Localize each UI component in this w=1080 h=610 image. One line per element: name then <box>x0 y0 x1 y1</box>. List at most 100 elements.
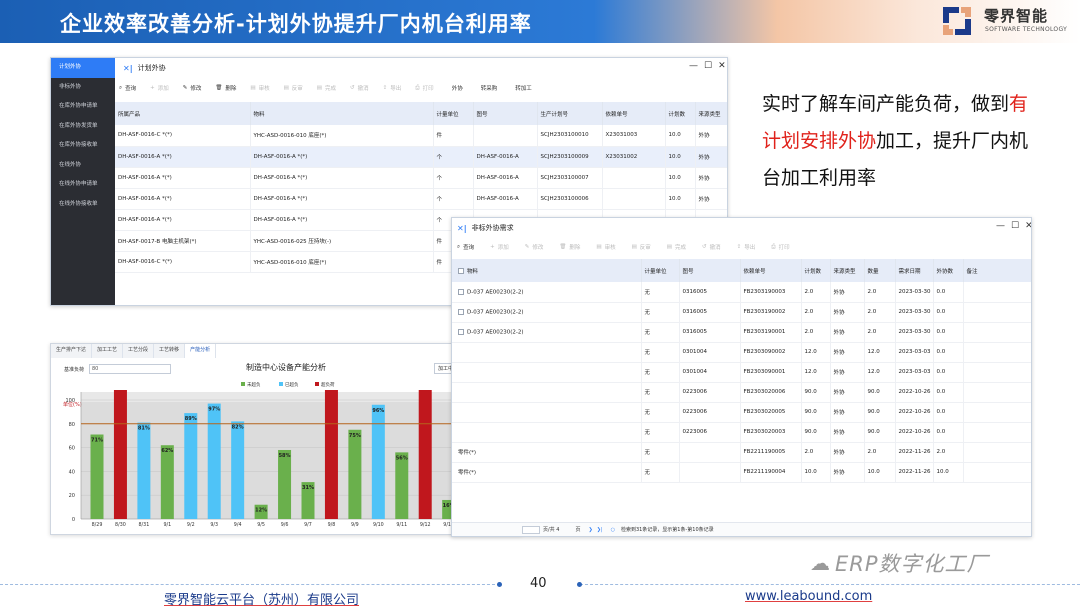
table-row[interactable]: D-037 AE00230(2-2) 无 0316005 FB2303190002 2.… <box>452 302 1031 323</box>
column-header[interactable]: 计量单位 <box>641 259 680 282</box>
toolbar-button[interactable]: ↺ 撤消 <box>350 84 369 92</box>
maximize-icon[interactable]: ☐ <box>1011 221 1019 231</box>
bar-value-label: 31% <box>302 485 314 491</box>
footer-company[interactable]: 零界智能云平台（苏州）有限公司 <box>164 589 359 608</box>
bar-value-label: 96% <box>372 408 384 414</box>
toolbar-button[interactable]: 转采购 <box>481 84 498 92</box>
column-header[interactable]: 图号 <box>679 259 741 282</box>
column-header[interactable]: 计划数 <box>665 102 696 125</box>
column-header[interactable]: 生产计划号 <box>537 102 603 125</box>
cell-text: 90.0 <box>867 409 880 415</box>
table-row[interactable]: 无 0223006 FB2303020006 90.0 外协 90.0 2022-10-26… <box>452 382 1031 403</box>
table-cell: DH-ASF-0016-A *(*) <box>250 167 434 189</box>
cell-text: 0223006 <box>682 409 708 415</box>
toolbar-button[interactable]: ⎙ 打印 <box>415 84 433 93</box>
table-row[interactable]: D-037 AE00230(2-2) 无 0316005 FB2303190001 2.… <box>452 322 1031 343</box>
minimize-icon[interactable]: — <box>996 221 1005 231</box>
table-cell: 2023-03-30 <box>895 322 934 343</box>
column-header[interactable]: 所属产品 <box>115 102 251 125</box>
table-row[interactable]: 零件(*) 无 FB2211190005 2.0 外协 2.0 2022-11-26 2.0 <box>452 442 1031 463</box>
table-cell: 外协 <box>830 382 865 403</box>
sidebar-item[interactable]: 在库外协发货单 <box>51 117 115 137</box>
table-row[interactable]: 无 0223006 FB2303020005 90.0 外协 90.0 2022-10-26… <box>452 402 1031 423</box>
column-header[interactable]: 依赖单号 <box>602 102 666 125</box>
sidebar-item[interactable]: 在库外协接收单 <box>51 136 115 156</box>
cell-text: 外协 <box>833 289 845 296</box>
chart-bar <box>90 434 104 519</box>
column-header[interactable]: 物料 <box>250 102 434 125</box>
toolbar-button[interactable]: 外协 <box>452 84 463 92</box>
toolbar-button[interactable]: ⇪ 导出 <box>737 243 756 251</box>
toolbar-button[interactable]: ✎ 修改 <box>525 243 544 251</box>
column-header[interactable]: 物料 <box>452 259 642 282</box>
column-header[interactable]: 计划数 <box>801 259 831 282</box>
column-header[interactable]: 依赖单号 <box>740 259 802 282</box>
toolbar-button[interactable]: + 添加 <box>150 84 169 92</box>
column-header[interactable]: 数量 <box>864 259 896 282</box>
table-row[interactable]: DH-ASF-0016-C *(*) YHC-ASD-0016-010 底座(*)… <box>115 125 727 147</box>
toolbar-button[interactable]: ▤ 反审 <box>632 243 651 251</box>
close-icon[interactable]: ✕ <box>1025 221 1031 231</box>
sidebar-item[interactable]: 在线外协接收单 <box>51 195 115 215</box>
toolbar-button[interactable]: 🗑 删除 <box>559 243 580 251</box>
toolbar-button[interactable]: ▤ 审核 <box>596 243 615 251</box>
select-all-checkbox[interactable] <box>458 268 464 274</box>
last-page-icon[interactable]: ❯| <box>597 527 603 533</box>
column-header[interactable]: 来源类型 <box>830 259 865 282</box>
column-header[interactable]: 来源类型 <box>695 102 727 125</box>
page-input[interactable] <box>522 525 540 534</box>
tab-item[interactable]: 产能分析 <box>185 344 217 358</box>
toolbar-button[interactable]: + 添加 <box>490 243 509 251</box>
row-checkbox[interactable] <box>458 308 464 315</box>
sidebar-item[interactable]: 在线外协 <box>51 156 115 176</box>
row-checkbox[interactable] <box>458 328 464 335</box>
toolbar-button[interactable]: ✎ 修改 <box>183 84 202 92</box>
column-header[interactable]: 备注 <box>963 259 1031 282</box>
cell-text: 2.0 <box>867 288 877 295</box>
toolbar-button[interactable]: 转加工 <box>515 84 532 92</box>
cell-text: 无 <box>644 330 651 336</box>
sidebar-item[interactable]: 在库外协申请单 <box>51 97 115 117</box>
table-row[interactable]: 无 0301004 FB2303090002 12.0 外协 12.0 2023-03-03… <box>452 342 1031 363</box>
toolbar-button[interactable]: ↺ 撤消 <box>702 243 721 251</box>
toolbar-button[interactable]: ⎙ 打印 <box>771 243 789 252</box>
sidebar-item[interactable]: 在线外协申请单 <box>51 175 115 195</box>
footer-url[interactable]: www.leabound.com <box>745 589 872 604</box>
toolbar-button[interactable]: 🗑 删除 <box>215 84 236 92</box>
sidebar-item[interactable]: 非标外协 <box>51 78 115 98</box>
table-row[interactable]: 无 0301004 FB2303090001 12.0 外协 12.0 2023-03-03… <box>452 362 1031 383</box>
toolbar-button[interactable]: ⇪ 导出 <box>383 84 402 92</box>
column-header[interactable]: 需求日期 <box>895 259 934 282</box>
table-row[interactable]: DH-ASF-0016-A *(*) DH-ASF-0016-A *(*) 个 DH-… <box>115 146 727 168</box>
table-row[interactable]: 无 0223006 FB2303020003 90.0 外协 90.0 2022-10-26… <box>452 422 1031 443</box>
table-row[interactable]: DH-ASF-0016-A *(*) DH-ASF-0016-A *(*) 个 DH-… <box>115 188 727 210</box>
toolbar-button[interactable]: ▤ 审核 <box>250 84 269 92</box>
table-row[interactable]: 零件(*) 无 FB2211190004 10.0 外协 10.0 2022-11-26 10… <box>452 462 1031 483</box>
column-header[interactable]: 外协数 <box>933 259 964 282</box>
sidebar-item[interactable]: 计划外协 <box>51 58 115 78</box>
tab-item[interactable]: 加工工艺 <box>92 344 124 358</box>
column-header[interactable]: 计量单位 <box>433 102 474 125</box>
toolbar-button[interactable]: ⌕ 查询 <box>457 243 474 252</box>
refresh-icon[interactable]: ○ <box>611 527 615 533</box>
bar-value-label: 12% <box>255 508 267 514</box>
legend-swatch <box>241 382 245 386</box>
row-checkbox[interactable] <box>458 288 464 295</box>
tab-item[interactable]: 工艺转移 <box>154 344 186 358</box>
toolbar-button[interactable]: ▤ 完成 <box>317 84 336 92</box>
close-icon[interactable]: ✕ <box>718 61 726 71</box>
table-row[interactable]: D-037 AE00230(2-2) 无 0316005 FB2303190003 2.… <box>452 282 1031 303</box>
table-cell <box>963 462 1031 483</box>
toolbar-button[interactable]: ⌕ 查询 <box>119 84 136 93</box>
table-row[interactable]: DH-ASF-0016-A *(*) DH-ASF-0016-A *(*) 个 DH-… <box>115 167 727 189</box>
tab-item[interactable]: 工艺分段 <box>123 344 155 358</box>
next-page-icon[interactable]: ❯ <box>588 527 592 533</box>
maximize-icon[interactable]: ☐ <box>704 61 712 71</box>
tab-item[interactable]: 生产排产下达 <box>51 344 93 358</box>
toolbar-button[interactable]: ▤ 反审 <box>284 84 303 92</box>
toolbar-button-label: 审核 <box>258 86 270 92</box>
column-header[interactable]: 图号 <box>473 102 538 125</box>
minimize-icon[interactable]: — <box>689 61 698 71</box>
table-cell <box>963 402 1031 423</box>
toolbar-button[interactable]: ▤ 完成 <box>667 243 686 251</box>
